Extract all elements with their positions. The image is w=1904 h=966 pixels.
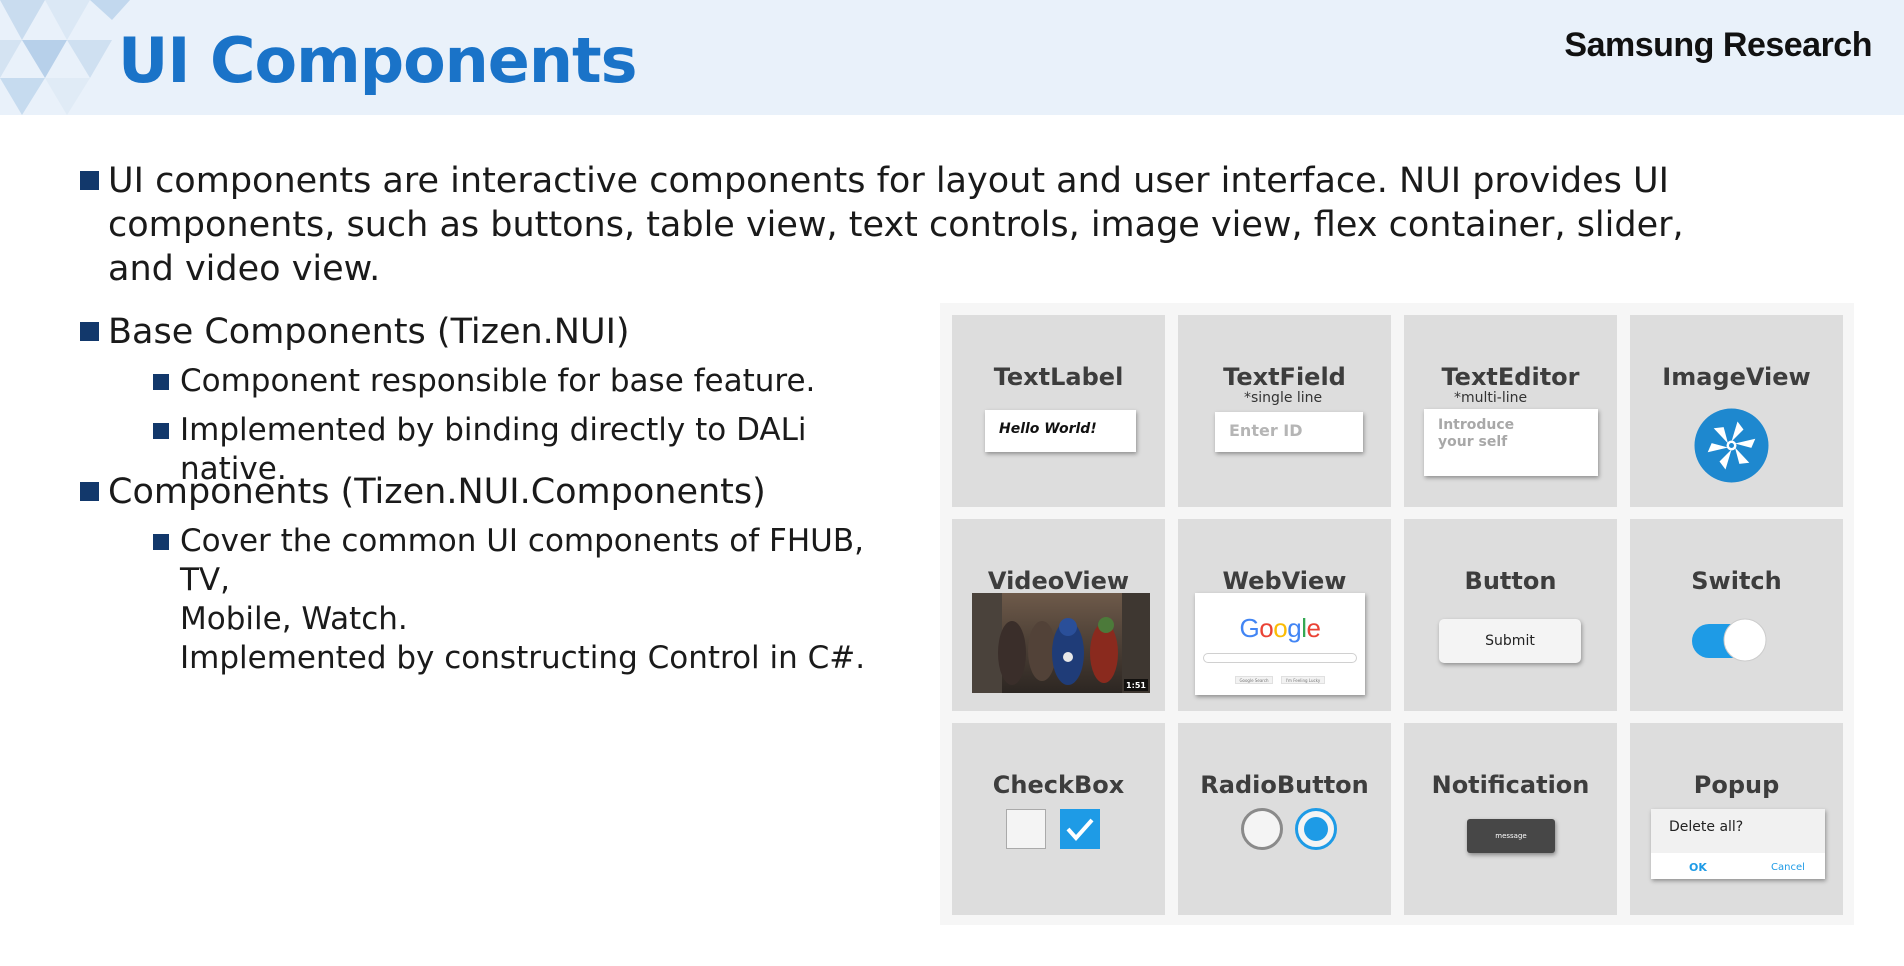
components-item-1: Cover the common UI components of FHUB, … bbox=[153, 522, 913, 678]
bullet-square-icon bbox=[80, 482, 99, 501]
texteditor-note: *multi-line bbox=[1454, 390, 1528, 406]
components-title: Components (Tizen.NUI.Components) bbox=[108, 472, 766, 512]
texteditor-input[interactable]: Introduce your self bbox=[1424, 409, 1598, 476]
components-bullet: Components (Tizen.NUI.Components) bbox=[80, 470, 900, 514]
popup-ok-button[interactable]: OK bbox=[1689, 861, 1707, 874]
triangle-pattern-decoration bbox=[0, 0, 130, 115]
textfield-placeholder: Enter ID bbox=[1229, 421, 1303, 440]
textfield-note: *single line bbox=[1244, 390, 1323, 406]
bullet-square-icon bbox=[80, 322, 99, 341]
components-item-text: Cover the common UI components of FHUB, … bbox=[180, 523, 866, 676]
notification-toast: message bbox=[1467, 819, 1555, 853]
google-search-box[interactable] bbox=[1203, 653, 1357, 663]
intro-text: UI components are interactive components… bbox=[108, 161, 1684, 289]
webview-frame[interactable]: Google Google Search I'm Feeling Lucky bbox=[1195, 593, 1365, 695]
radio-unselected[interactable] bbox=[1240, 807, 1284, 851]
google-logo: Google bbox=[1239, 613, 1321, 643]
bullet-square-icon bbox=[80, 171, 99, 190]
base-components-title: Base Components (Tizen.NUI) bbox=[108, 312, 630, 352]
cell-title: WebView bbox=[1222, 567, 1347, 595]
cell-title: Button bbox=[1464, 567, 1557, 595]
component-grid: TextLabel Hello World! TextField *single… bbox=[940, 303, 1854, 925]
cell-button: Button Submit bbox=[1404, 519, 1617, 711]
page-title: UI Components bbox=[118, 24, 638, 97]
cell-switch: Switch bbox=[1630, 519, 1843, 711]
cell-title: TextField bbox=[1223, 363, 1346, 391]
cell-popup: Popup Delete all? OK Cancel bbox=[1630, 723, 1843, 915]
cell-title: ImageView bbox=[1662, 363, 1811, 391]
base-item-text: Component responsible for base feature. bbox=[180, 363, 816, 399]
base-item-1: Component responsible for base feature. bbox=[153, 362, 913, 401]
radio-selected[interactable] bbox=[1294, 807, 1338, 851]
cell-textfield: TextField *single line Enter ID bbox=[1178, 315, 1391, 507]
lucky-button[interactable]: I'm Feeling Lucky bbox=[1281, 676, 1325, 684]
toggle-switch[interactable] bbox=[1690, 614, 1774, 666]
popup-dialog: Delete all? OK Cancel bbox=[1651, 809, 1825, 879]
submit-button[interactable]: Submit bbox=[1439, 619, 1581, 663]
cell-title: RadioButton bbox=[1200, 771, 1369, 799]
tizen-pinwheel-icon bbox=[1694, 408, 1769, 483]
cell-title: Popup bbox=[1693, 771, 1780, 799]
popup-message: Delete all? bbox=[1669, 819, 1744, 835]
cell-textlabel: TextLabel Hello World! bbox=[952, 315, 1165, 507]
brand-logo: Samsung Research bbox=[1564, 26, 1872, 64]
cell-title: Switch bbox=[1691, 567, 1782, 595]
video-duration: 1:51 bbox=[1126, 681, 1146, 690]
popup-cancel-button[interactable]: Cancel bbox=[1771, 862, 1805, 873]
cell-title: Notification bbox=[1431, 771, 1590, 799]
cell-radiobutton: RadioButton bbox=[1178, 723, 1391, 915]
checkbox-unchecked[interactable] bbox=[1006, 809, 1046, 849]
bullet-square-icon bbox=[153, 534, 169, 550]
cell-title: TextLabel bbox=[993, 363, 1124, 391]
checkbox-checked[interactable] bbox=[1060, 809, 1100, 849]
cell-texteditor: TextEditor *multi-line Introduce your se… bbox=[1404, 315, 1617, 507]
base-components-bullet: Base Components (Tizen.NUI) bbox=[80, 310, 900, 354]
textlabel-sample: Hello World! bbox=[985, 410, 1136, 452]
cell-checkbox: CheckBox bbox=[952, 723, 1165, 915]
cell-webview: WebView Google Google Search I'm Feeling… bbox=[1178, 519, 1391, 711]
cell-title: VideoView bbox=[987, 567, 1130, 595]
intro-bullet: UI components are interactive components… bbox=[80, 159, 1780, 291]
cell-title: CheckBox bbox=[992, 771, 1125, 799]
cell-imageview: ImageView bbox=[1630, 315, 1843, 507]
video-thumbnail[interactable]: 1:51 bbox=[972, 593, 1150, 693]
cell-title: TextEditor bbox=[1441, 363, 1580, 391]
header-band: UI Components Samsung Research bbox=[0, 0, 1904, 115]
textfield-input[interactable]: Enter ID bbox=[1215, 412, 1363, 452]
cell-notification: Notification message bbox=[1404, 723, 1617, 915]
google-search-button[interactable]: Google Search bbox=[1235, 676, 1273, 684]
cell-videoview: VideoView 1:51 bbox=[952, 519, 1165, 711]
bullet-square-icon bbox=[153, 374, 169, 390]
textlabel-value: Hello World! bbox=[999, 421, 1097, 437]
bullet-square-icon bbox=[153, 423, 169, 439]
